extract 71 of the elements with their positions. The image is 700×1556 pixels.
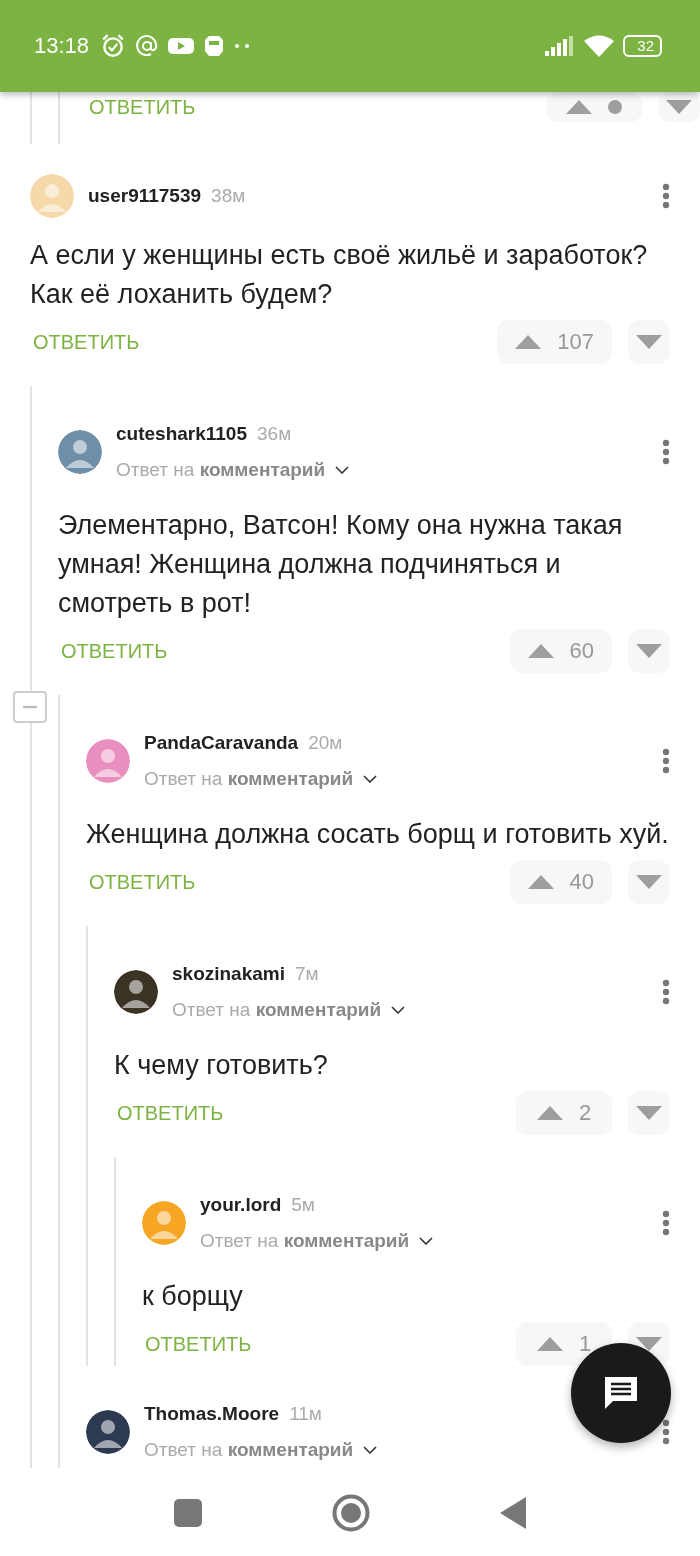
reply-button[interactable]: ОТВЕТИТЬ [86, 95, 196, 119]
reply-button[interactable]: ОТВЕТИТЬ [58, 639, 168, 663]
at-sign-icon [135, 34, 160, 58]
down-arrow-icon [636, 335, 662, 349]
up-arrow-icon [527, 875, 554, 889]
author-name[interactable]: PandaCaravanda [144, 725, 299, 761]
down-arrow-icon [636, 875, 662, 889]
home-button[interactable] [332, 1494, 370, 1532]
reply-button[interactable]: ОТВЕТИТЬ [142, 1332, 252, 1356]
up-arrow-icon [515, 335, 542, 349]
comment-time: 20м [308, 731, 343, 755]
reply-button[interactable]: ОТВЕТИТЬ [114, 1101, 224, 1125]
video-play-icon [168, 36, 195, 56]
author-name[interactable]: cuteshark1105 [116, 416, 247, 452]
chevron-down-icon[interactable] [363, 1446, 378, 1454]
signal-icon [545, 36, 576, 56]
chevron-down-icon[interactable] [391, 1006, 406, 1014]
more-notifications-icon [234, 43, 251, 49]
back-button[interactable] [500, 1497, 526, 1529]
wifi-icon [584, 35, 615, 57]
clock: 13:18 [34, 33, 90, 59]
more-icon[interactable] [662, 1419, 670, 1445]
more-icon[interactable] [662, 183, 670, 209]
upvote-button[interactable]: 107 [497, 320, 612, 364]
minus-icon [22, 705, 38, 709]
down-arrow-icon [636, 1106, 662, 1120]
up-arrow-icon [527, 644, 554, 658]
comment-text: Женщина должна сосать борщ и готовить хуй. [86, 818, 670, 851]
comment-time: 36м [257, 422, 292, 446]
up-arrow-icon [536, 1337, 563, 1351]
upvote-button[interactable]: 40 [509, 860, 612, 904]
comment-time: 38м [211, 184, 246, 208]
comment-time: 7м [295, 962, 319, 986]
author-name[interactable]: skozinakami [172, 956, 285, 992]
more-icon[interactable] [662, 748, 670, 774]
up-arrow-icon [566, 100, 592, 114]
chevron-down-icon[interactable] [419, 1237, 434, 1245]
chevron-down-icon[interactable] [335, 466, 350, 474]
upvote-button[interactable]: 60 [509, 629, 612, 673]
dot-icon [608, 100, 622, 114]
reply-to-link[interactable]: Ответ на комментарий [144, 1432, 354, 1468]
battery-indicator: 32 [623, 35, 662, 57]
author-name[interactable]: your.lord [200, 1187, 282, 1223]
comment-text: К чему готовить? [114, 1049, 329, 1082]
down-arrow-icon [636, 1337, 662, 1351]
author-name[interactable]: user9117539 [88, 178, 202, 214]
more-icon[interactable] [662, 979, 670, 1005]
reply-to-link[interactable]: Ответ на комментарий [200, 1223, 410, 1259]
recents-button[interactable] [174, 1499, 202, 1527]
reply-button[interactable]: ОТВЕТИТЬ [86, 870, 196, 894]
upvote-button[interactable]: 1 [516, 1322, 612, 1366]
reply-to-link[interactable]: Ответ на комментарий [172, 992, 382, 1028]
comment-time: 5м [291, 1193, 315, 1217]
author-name[interactable]: Thomas.Moore [144, 1396, 280, 1432]
up-arrow-icon [536, 1106, 563, 1120]
reply-to-link[interactable]: Ответ на комментарий [144, 761, 354, 797]
comment-text: А если у женщины есть своё жильё и заработок? Как её лоханить будем? [30, 239, 649, 311]
more-icon[interactable] [662, 1210, 670, 1236]
comment-text: к борщу [142, 1280, 244, 1313]
reply-button[interactable]: ОТВЕТИТЬ [30, 330, 140, 354]
reply-to-link[interactable]: Ответ на комментарий [116, 452, 326, 488]
chevron-down-icon[interactable] [363, 775, 378, 783]
avatar[interactable] [86, 1410, 130, 1454]
upvote-button[interactable]: 2 [516, 1091, 612, 1135]
comment-text: Элементарно, Ватсон! Кому она нужна такая умная! Женщина должна подчиняться и смотреть в рот! [58, 509, 624, 620]
down-arrow-icon [666, 100, 692, 114]
comment-time: 11м [289, 1402, 322, 1426]
upvote-button[interactable] [546, 92, 642, 122]
down-arrow-icon [636, 644, 662, 658]
more-icon[interactable] [662, 439, 670, 465]
avatar[interactable] [114, 970, 158, 1014]
